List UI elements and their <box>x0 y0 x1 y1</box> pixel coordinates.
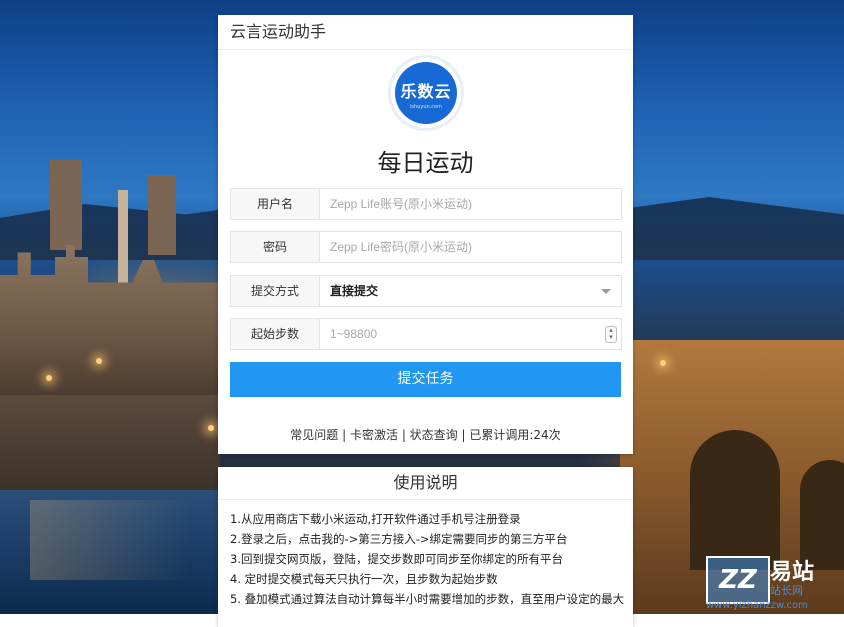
logo-subtext: lshuyun.com <box>410 104 442 110</box>
card-header-title: 云言运动助手 <box>218 15 633 50</box>
bridge-arch <box>690 430 780 570</box>
username-input[interactable] <box>320 189 621 219</box>
faq-link[interactable]: 常见问题 <box>290 428 338 442</box>
lamp-light <box>208 425 214 431</box>
watermark-subtitle: 站长网 <box>770 584 803 597</box>
username-row: 用户名 <box>230 188 622 220</box>
steps-row: 起始步数 ▴▾ <box>230 318 622 350</box>
footer-links: 常见问题 | 卡密激活 | 状态查询 | 已累计调用:24次 <box>218 426 633 443</box>
password-row: 密码 <box>230 231 622 263</box>
watermark-logo-icon: ZZ <box>706 556 770 604</box>
activate-link[interactable]: 卡密激活 <box>350 428 398 442</box>
footer-separator: | <box>457 428 470 442</box>
login-card: 云言运动助手 乐数云 lshuyun.com 每日运动 用户名 密码 提交方式 … <box>218 15 633 454</box>
submit-mode-value: 直接提交 <box>330 284 379 298</box>
brand-logo: 乐数云 lshuyun.com <box>391 58 461 128</box>
usage-list: 1.从应用商店下载小米运动,打开软件通过手机号注册登录 2.登录之后，点击我的-… <box>218 500 633 609</box>
background-tower <box>148 175 176 255</box>
footer-separator: | <box>338 428 350 442</box>
steps-input[interactable] <box>320 319 621 349</box>
background-buildings <box>0 245 220 395</box>
call-count-text: 已累计调用:24次 <box>469 428 561 442</box>
background-reflection <box>30 500 230 580</box>
usage-card: 使用说明 1.从应用商店下载小米运动,打开软件通过手机号注册登录 2.登录之后，… <box>218 467 633 627</box>
steps-field-wrap: ▴▾ <box>320 319 621 349</box>
status-link[interactable]: 状态查询 <box>410 428 458 442</box>
steps-label: 起始步数 <box>231 319 320 349</box>
background-wall <box>0 395 220 490</box>
usage-item: 5. 叠加模式通过算法自动计算每半小时需要增加的步数，直至用户设定的最大 <box>230 592 625 606</box>
usage-item: 4. 定时提交模式每天只执行一次，且步数为起始步数 <box>230 572 498 586</box>
submit-task-button[interactable]: 提交任务 <box>230 362 621 397</box>
stepper-arrows-icon[interactable]: ▴ ▾ <box>605 326 617 343</box>
password-label: 密码 <box>231 232 320 262</box>
usage-item: 2.登录之后，点击我的->第三方接入->绑定需要同步的第三方平台 <box>230 532 568 546</box>
username-label: 用户名 <box>231 189 320 219</box>
submit-mode-select[interactable]: 直接提交 <box>320 276 621 306</box>
brand-logo-badge: 乐数云 lshuyun.com <box>395 62 457 124</box>
lamp-light <box>96 358 102 364</box>
usage-title: 使用说明 <box>218 467 633 500</box>
lamp-light <box>660 360 666 366</box>
usage-item: 1.从应用商店下载小米运动,打开软件通过手机号注册登录 <box>230 512 521 526</box>
footer-separator: | <box>398 428 410 442</box>
watermark-url: www.yizhanzzw.com <box>706 600 808 611</box>
logo-text: 乐数云 <box>400 82 452 101</box>
password-input[interactable] <box>320 232 621 262</box>
usage-item: 3.回到提交网页版，登陆，提交步数即可同步至你绑定的所有平台 <box>230 552 563 566</box>
chevron-down-icon <box>601 289 611 294</box>
submit-mode-row: 提交方式 直接提交 <box>230 275 622 307</box>
lamp-light <box>46 375 52 381</box>
background-tower <box>50 160 82 250</box>
submit-mode-label: 提交方式 <box>231 276 320 306</box>
page-title: 每日运动 <box>377 149 474 177</box>
site-watermark: ZZ 易站 站长网 www.yizhanzzw.com <box>706 552 838 611</box>
